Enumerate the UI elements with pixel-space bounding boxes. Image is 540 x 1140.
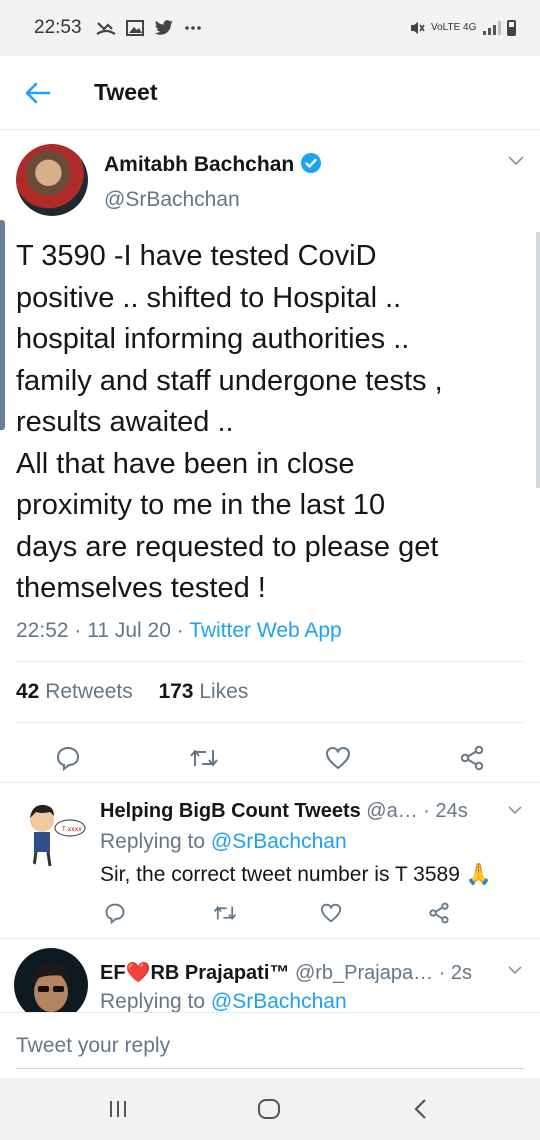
left-scroll-indicator <box>0 220 5 430</box>
signal-icon <box>483 21 501 35</box>
profile-photo-image <box>32 962 70 1012</box>
retweet-button[interactable] <box>184 738 224 778</box>
back-button[interactable] <box>20 75 56 111</box>
tweet-text: T 3590 -I have tested CoviD positive .. … <box>16 240 443 604</box>
reply-author-handle: @rb_Prajapa… <box>294 962 434 984</box>
page-title: Tweet <box>94 79 158 105</box>
like-icon <box>325 746 351 770</box>
likes-label: Likes <box>199 680 249 703</box>
tweet-actions <box>0 734 540 784</box>
reply-button[interactable] <box>48 738 88 778</box>
author-name: Amitabh Bachchan <box>104 153 295 176</box>
retweet-button[interactable] <box>210 898 240 928</box>
retweets-label: Retweets <box>45 680 133 703</box>
reply-time: · 2s <box>438 962 473 984</box>
divider <box>16 661 524 662</box>
top-header: Tweet <box>0 56 540 130</box>
system-nav-bar <box>0 1078 540 1140</box>
reply-tweet[interactable]: T xxxx Helping BigB Count Tweets @a… · 2… <box>0 784 540 940</box>
status-time: 22:53 <box>34 17 82 38</box>
chevron-down-icon[interactable] <box>508 156 524 166</box>
twitter-icon <box>154 20 173 35</box>
replying-label: Replying to <box>100 830 206 853</box>
reply-author-name: EF❤️RB Prajapati™ <box>100 962 290 984</box>
reply-icon <box>56 746 80 771</box>
reply-avatar[interactable] <box>14 948 88 1012</box>
back-arrow-icon <box>25 82 51 103</box>
network-text: VoLTE 4G <box>431 22 477 33</box>
reply-text: Sir, the correct tweet number is T 3589 … <box>100 863 492 886</box>
share-icon <box>429 902 449 924</box>
replying-to-link[interactable]: @SrBachchan <box>211 990 347 1012</box>
tweet-stats: 42 Retweets 173 Likes <box>16 680 248 704</box>
author-name-row[interactable]: Amitabh Bachchan <box>104 152 322 177</box>
reply-author-handle: @a… <box>366 800 418 822</box>
replying-label: Replying to <box>100 990 206 1012</box>
mute-icon <box>411 22 425 34</box>
share-icon <box>460 745 484 771</box>
likes-stat[interactable]: 173 Likes <box>158 680 248 703</box>
divider <box>0 938 540 939</box>
tweet-meta: 22:52 · 11 Jul 20 · Twitter Web App <box>16 619 342 642</box>
chevron-down-icon[interactable] <box>508 806 522 815</box>
retweet-icon <box>190 750 218 766</box>
like-icon <box>320 903 342 923</box>
reply-avatar[interactable]: T xxxx <box>14 794 88 868</box>
retweets-stat[interactable]: 42 Retweets <box>16 680 133 703</box>
home-button[interactable] <box>229 1078 309 1140</box>
svg-text:T xxxx: T xxxx <box>61 826 82 833</box>
divider <box>0 782 540 783</box>
battery-icon <box>507 20 516 36</box>
replying-to: Replying to @SrBachchan <box>100 830 347 854</box>
cartoon-avatar-image: T xxxx <box>30 804 86 867</box>
reply-composer <box>0 1012 540 1078</box>
reply-author-row[interactable]: Helping BigB Count Tweets @a… · 24s <box>100 800 500 823</box>
share-button[interactable] <box>424 898 454 928</box>
gallery-icon <box>125 20 144 36</box>
tweet-source-link[interactable]: Twitter Web App <box>189 619 342 642</box>
reply-input[interactable] <box>16 1023 524 1069</box>
verified-badge-icon <box>301 153 322 173</box>
chevron-down-icon[interactable] <box>508 966 522 975</box>
reply-icon <box>105 903 125 924</box>
retweet-icon <box>213 905 237 921</box>
reply-tweet[interactable]: EF❤️RB Prajapati™ @rb_Prajapa… · 2s Repl… <box>0 940 540 1012</box>
like-button[interactable] <box>316 898 346 928</box>
back-nav-icon <box>414 1099 426 1119</box>
likes-count: 173 <box>158 680 194 703</box>
reply-author-row[interactable]: EF❤️RB Prajapati™ @rb_Prajapa… · 2s <box>100 960 500 985</box>
retweets-count: 42 <box>16 680 40 703</box>
missed-call-icon <box>95 22 116 35</box>
like-button[interactable] <box>318 738 358 778</box>
recent-apps-icon <box>110 1101 126 1117</box>
tweet-time: 22:52 <box>16 619 69 642</box>
scrollbar[interactable] <box>536 232 540 488</box>
author-avatar[interactable] <box>16 144 88 216</box>
share-button[interactable] <box>452 738 492 778</box>
status-bar: 22:53 VoLTE 4G <box>0 0 540 56</box>
reply-time: · 24s <box>423 800 468 822</box>
reply-button[interactable] <box>100 898 130 928</box>
home-icon <box>258 1099 280 1119</box>
replying-to-link[interactable]: @SrBachchan <box>211 830 347 853</box>
recent-apps-button[interactable] <box>78 1078 158 1140</box>
more-dots-icon <box>184 26 201 30</box>
tweet-date: 11 Jul 20 <box>87 619 171 642</box>
replying-to: Replying to @SrBachchan <box>100 990 347 1012</box>
divider <box>16 722 524 723</box>
reply-author-name: Helping BigB Count Tweets <box>100 800 361 822</box>
back-nav-button[interactable] <box>380 1078 460 1140</box>
author-handle[interactable]: @SrBachchan <box>104 188 240 212</box>
